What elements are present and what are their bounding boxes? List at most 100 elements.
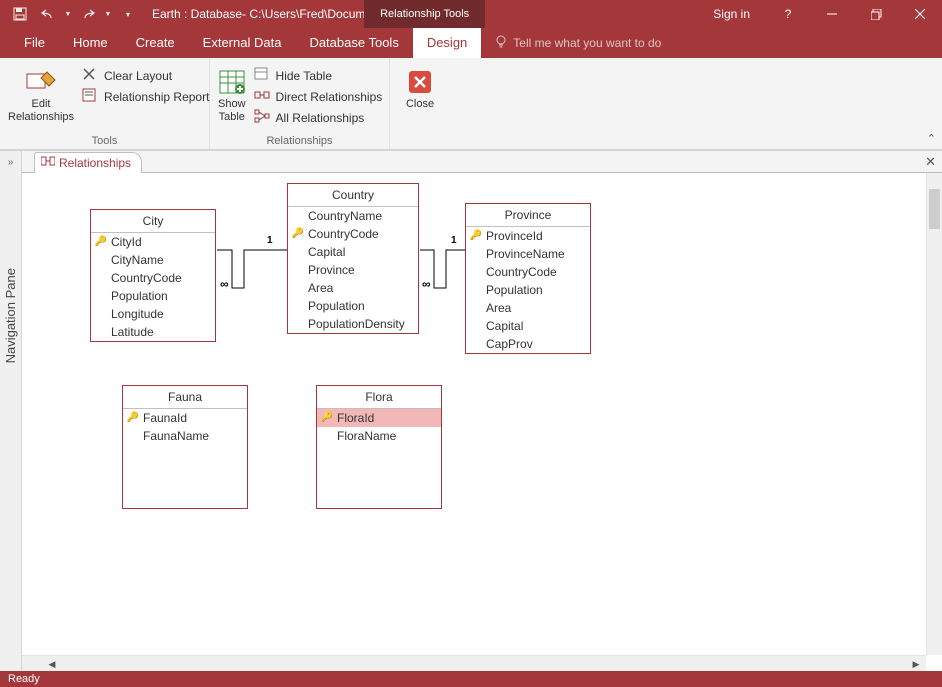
table-row: ProvinceName [466, 245, 590, 263]
table-flora[interactable]: Flora 🔑FloraId FloraName [316, 385, 442, 509]
navigation-pane[interactable]: » Navigation Pane [0, 151, 22, 671]
table-title: City [91, 210, 215, 233]
tab-create[interactable]: Create [122, 28, 189, 58]
close-button-icon [407, 66, 433, 98]
ribbon: Edit Relationships Clear Layout Relation… [0, 58, 942, 150]
document-tab-label: Relationships [59, 156, 131, 170]
table-row: 🔑FloraId [317, 409, 441, 427]
close-button[interactable]: Close [398, 62, 442, 111]
window-title: Earth : Database- C:\Users\Fred\Docume..… [140, 7, 364, 21]
relationship-report-label: Relationship Report [104, 90, 209, 104]
table-row: PopulationDensity [288, 315, 418, 333]
show-table-button[interactable]: Show Table [218, 62, 246, 124]
table-title: Fauna [123, 386, 247, 409]
table-fauna[interactable]: Fauna 🔑FaunaId FaunaName [122, 385, 248, 509]
tab-design[interactable]: Design [413, 28, 481, 58]
tab-database-tools[interactable]: Database Tools [295, 28, 412, 58]
rel-cardinality-one: 1 [451, 235, 457, 246]
restore-icon[interactable] [854, 0, 898, 28]
relationship-report-button[interactable]: Relationship Report [78, 87, 213, 106]
document-tab-relationships[interactable]: Relationships [34, 152, 142, 173]
redo-dropdown-icon[interactable]: ▼ [104, 2, 112, 26]
redo-icon[interactable] [76, 2, 100, 26]
titlebar: ▼ ▼ ▾ Earth : Database- C:\Users\Fred\Do… [0, 0, 942, 28]
table-row: 🔑FaunaId [123, 409, 247, 427]
undo-icon[interactable] [36, 2, 60, 26]
edit-relationships-label: Edit Relationships [8, 98, 74, 124]
key-icon: 🔑 [292, 226, 304, 242]
contextual-tool-label: Relationship Tools [364, 0, 485, 28]
table-row: Province [288, 261, 418, 279]
relationships-canvas[interactable]: 1 ∞ 1 ∞ City 🔑CityId CityName CountryCod… [22, 173, 942, 671]
table-row: CapProv [466, 335, 590, 353]
table-row: Population [288, 297, 418, 315]
table-province[interactable]: Province 🔑ProvinceId ProvinceName Countr… [465, 203, 591, 354]
table-row: Capital [288, 243, 418, 261]
ribbon-tab-strip: File Home Create External Data Database … [0, 28, 942, 58]
table-row: CountryCode [91, 269, 215, 287]
hide-table-button[interactable]: Hide Table [250, 66, 387, 85]
key-icon: 🔑 [95, 234, 107, 250]
relationships-tab-icon [41, 155, 55, 170]
navigation-pane-label: Navigation Pane [3, 268, 18, 363]
help-icon[interactable]: ? [766, 0, 810, 28]
relationship-report-icon [82, 88, 98, 105]
show-table-label: Show Table [218, 98, 246, 124]
save-icon[interactable] [8, 2, 32, 26]
all-relationships-button[interactable]: All Relationships [250, 108, 387, 127]
table-row: CountryName [288, 207, 418, 225]
table-row: Area [288, 279, 418, 297]
status-text: Ready [8, 673, 40, 685]
table-row: 🔑ProvinceId [466, 227, 590, 245]
table-title: Flora [317, 386, 441, 409]
show-table-icon [219, 66, 245, 98]
vertical-scrollbar[interactable] [926, 173, 942, 655]
key-icon: 🔑 [321, 410, 333, 426]
table-title: Province [466, 204, 590, 227]
table-row: CityName [91, 251, 215, 269]
sign-in-link[interactable]: Sign in [697, 7, 766, 21]
clear-layout-button[interactable]: Clear Layout [78, 66, 213, 85]
undo-dropdown-icon[interactable]: ▼ [64, 2, 72, 26]
tab-external-data[interactable]: External Data [189, 28, 296, 58]
close-button-label: Close [406, 98, 434, 111]
all-relationships-label: All Relationships [276, 111, 365, 125]
tab-home[interactable]: Home [59, 28, 122, 58]
rel-cardinality-many: ∞ [220, 277, 229, 291]
navpane-expand-icon[interactable]: » [8, 157, 14, 168]
group-tools-label: Tools [8, 133, 201, 149]
table-row: Population [466, 281, 590, 299]
collapse-ribbon-icon[interactable]: ⌃ [927, 132, 936, 145]
document-tab-bar: Relationships ✕ [22, 151, 942, 173]
tab-file[interactable]: File [10, 28, 59, 58]
minimize-icon[interactable] [810, 0, 854, 28]
table-city[interactable]: City 🔑CityId CityName CountryCode Popula… [90, 209, 216, 342]
scroll-left-icon[interactable]: ◀ [44, 656, 60, 671]
table-row: Area [466, 299, 590, 317]
key-icon: 🔑 [470, 228, 482, 244]
scroll-right-icon[interactable]: ▶ [908, 656, 924, 671]
tell-me-search[interactable]: Tell me what you want to do [495, 28, 661, 58]
direct-relationships-label: Direct Relationships [276, 90, 383, 104]
table-row: 🔑CityId [91, 233, 215, 251]
rel-cardinality-many: ∞ [422, 277, 431, 291]
table-row: Latitude [91, 323, 215, 341]
table-row: 🔑CountryCode [288, 225, 418, 243]
key-icon: 🔑 [127, 410, 139, 426]
horizontal-scrollbar[interactable]: ◀ ▶ [22, 655, 926, 671]
edit-relationships-button[interactable]: Edit Relationships [8, 62, 74, 124]
hide-table-label: Hide Table [276, 69, 332, 83]
table-row: CountryCode [466, 263, 590, 281]
all-relationships-icon [254, 109, 270, 126]
hide-table-icon [254, 67, 270, 84]
table-row: Population [91, 287, 215, 305]
edit-relationships-icon [25, 66, 57, 98]
table-row: Capital [466, 317, 590, 335]
table-country[interactable]: Country CountryName 🔑CountryCode Capital… [287, 183, 419, 334]
close-icon[interactable] [898, 0, 942, 28]
qat-customize-icon[interactable]: ▾ [116, 2, 140, 26]
document-close-icon[interactable]: ✕ [925, 154, 936, 170]
direct-relationships-button[interactable]: Direct Relationships [250, 87, 387, 106]
direct-relationships-icon [254, 88, 270, 105]
rel-cardinality-one: 1 [267, 235, 273, 246]
